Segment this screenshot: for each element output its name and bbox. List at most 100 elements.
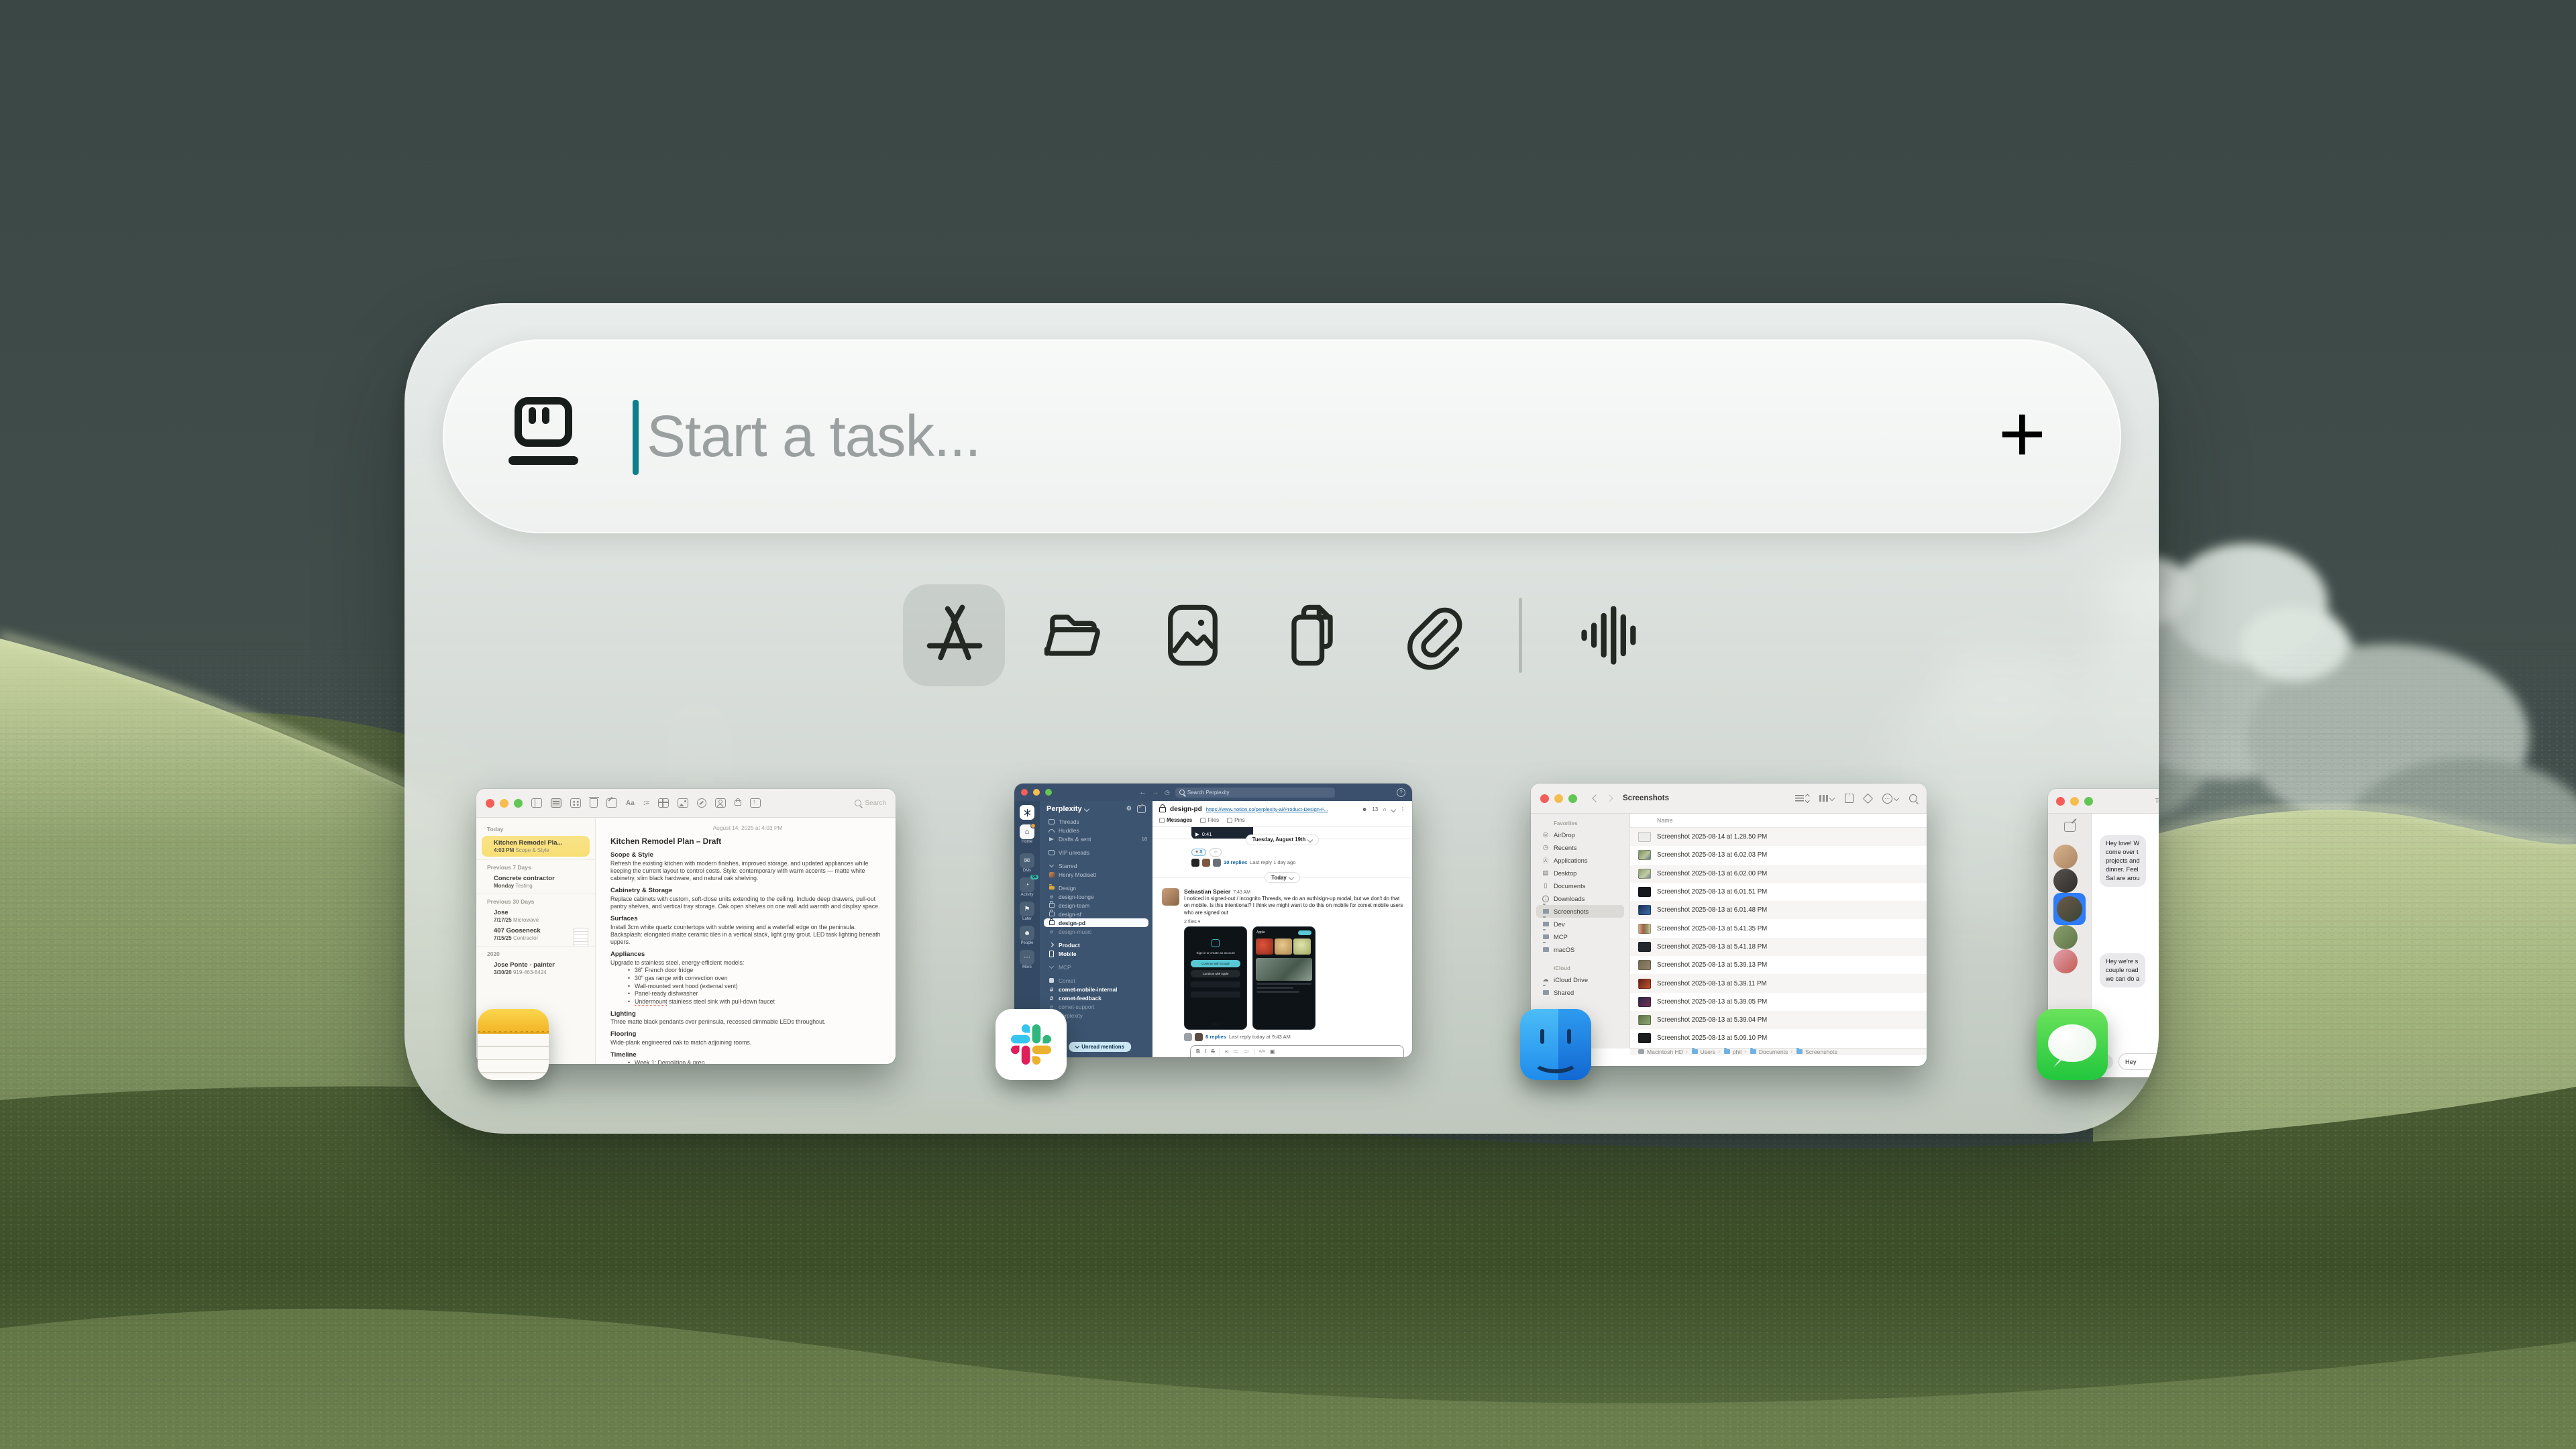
icon-divider <box>1519 598 1522 673</box>
slack-channel-item: design-team <box>1040 901 1152 910</box>
slack-channel-item: Starred <box>1040 861 1152 870</box>
task-input[interactable]: Start a task... + <box>443 339 2121 533</box>
checklist-icon: := <box>643 799 649 807</box>
note-title: Kitchen Remodel Plan – Draft <box>610 837 722 846</box>
folder-icon[interactable] <box>1038 600 1108 670</box>
file-row: Screenshot 2025-08-13 at 6.02.03 PM <box>1630 846 1927 864</box>
copy-documents-icon[interactable] <box>1277 600 1347 670</box>
reactions-row: ♥ 3 ☺ <box>1191 847 1412 857</box>
finder-sidebar-item: Documents <box>1531 879 1629 892</box>
finder-sidebar-item: MCP <box>1531 930 1629 943</box>
file-row: Screenshot 2025-08-13 at 5.41.18 PM <box>1630 937 1927 957</box>
note-content: August 14, 2025 at 4:03 PM Kitchen Remod… <box>596 818 896 1064</box>
slack-channel-item: comet-feedback <box>1040 994 1152 1002</box>
compose-icon <box>2063 822 2076 832</box>
slack-channel-item: VIP unreads <box>1040 848 1152 857</box>
compose-icon <box>606 798 617 808</box>
finder-app-icon[interactable] <box>1520 1009 1591 1080</box>
notes-toolbar: Aa := Search <box>476 789 896 818</box>
finder-sidebar-item: Recents <box>1531 841 1629 854</box>
image-icon[interactable] <box>1158 600 1228 670</box>
slack-channel-item <box>1040 843 1152 848</box>
file-row: Screenshot 2025-08-13 at 5.39.13 PM <box>1630 956 1927 974</box>
notes-search: Search <box>855 800 886 807</box>
note-date: August 14, 2025 at 4:03 PM <box>712 824 783 831</box>
finder-toolbar: Screenshots ⋯ <box>1531 784 1927 814</box>
slack-channel-item: Drafts & sent 18 <box>1040 835 1152 843</box>
file-row: Screenshot 2025-08-13 at 6.01.48 PM <box>1630 901 1927 920</box>
tag-icon <box>1862 793 1874 804</box>
slack-channel-item: Threads <box>1040 817 1152 826</box>
rail-item-home: ⌂ Home <box>1020 823 1036 844</box>
slack-search: Search Perplexity <box>1175 787 1335 798</box>
search-icon <box>1909 794 1917 802</box>
conversation-avatar <box>2053 845 2078 869</box>
voice-waveform-icon[interactable] <box>1574 600 1644 670</box>
list-view-icon <box>551 798 561 808</box>
group-view-icon <box>1819 795 1835 802</box>
trash-icon <box>588 796 599 808</box>
add-button[interactable]: + <box>1998 392 2046 474</box>
markup-icon <box>696 798 706 808</box>
task-input-placeholder: Start a task... <box>647 403 981 469</box>
finder-sidebar-item: Favorites <box>1554 820 1578 826</box>
app-picker-icon[interactable] <box>903 584 1005 686</box>
note-section: Scope & Style Refresh the existing kitch… <box>610 851 869 882</box>
slack-channel-item <box>1040 971 1152 976</box>
message-bubble: Hey love! Wcome over t projects and dinner… <box>2100 835 2146 888</box>
members-icon: ☻ <box>1361 806 1368 812</box>
slack-channel-item <box>1040 958 1152 963</box>
slack-channel-item: Huddles <box>1040 826 1152 835</box>
note-section: Lighting Three matte black pendants over… <box>610 1010 826 1026</box>
share-icon <box>749 798 761 808</box>
notes-app-icon[interactable] <box>478 1009 549 1080</box>
computer-face-icon <box>508 397 578 476</box>
notes-list-item: Previous 30 Days <box>476 894 595 907</box>
note-section: Timeline •Week 1: Demolition & prep•Week… <box>610 1051 885 1064</box>
note-section: Cabinetry & Storage Replace cabinets wit… <box>610 887 880 910</box>
note-bullet: • Panel-ready dishwasher <box>628 990 698 998</box>
note-section: Surfaces Install 3cm white quartz counte… <box>610 915 881 946</box>
slack-channel-item: MCP <box>1040 963 1152 971</box>
slack-window-thumbnail[interactable]: ← → ◷ Search Perplexity ? ⌂ Home ✉ DMs ◔ 96 Ac… <box>1014 784 1412 1057</box>
finder-sidebar-item: Dev <box>1531 918 1629 930</box>
date-divider-today: Today <box>1265 872 1300 883</box>
slack-titlebar: ← → ◷ Search Perplexity ? <box>1014 784 1412 801</box>
unread-mentions-pill: Unread mentions <box>1069 1042 1131 1052</box>
channel-topic-link: https://www.notion.so/perplexity-ai/Prod… <box>1205 806 1328 812</box>
channel-header: design-pd https://www.notion.so/perplexi… <box>1152 801 1412 816</box>
text-cursor <box>633 400 639 475</box>
notes-list-item: Previous 7 Days <box>476 859 595 873</box>
notes-list-item: Concrete contractor Monday Testing <box>494 875 555 889</box>
slack-channel-item: Henry Modisett <box>1040 870 1152 879</box>
finder-sidebar-item: Downloads <box>1531 892 1629 905</box>
notes-list-item: 407 Gooseneck 7/15/25 Contractor <box>476 925 595 947</box>
slack-channel-item: Product <box>1040 941 1152 949</box>
file-previews: Sign in or create an account Continue wi… <box>1184 926 1404 1030</box>
slack-channel-item: Mobile <box>1040 949 1152 958</box>
attachment-icon-row <box>405 584 2159 686</box>
format-icon: Aa <box>626 799 635 807</box>
paperclip-icon[interactable] <box>1397 600 1466 670</box>
gear-icon: ⚙ <box>1126 805 1132 812</box>
messages-app-icon[interactable] <box>2037 1009 2108 1080</box>
slack-channel-item <box>1040 936 1152 941</box>
thread-summary-2: 8 replies Last reply today at 9:43 AM <box>1184 1032 1404 1041</box>
table-icon <box>657 798 669 808</box>
workspace-logo <box>1020 805 1034 820</box>
finder-sidebar-item: Shared <box>1531 986 1629 999</box>
slack-app-icon[interactable] <box>996 1009 1067 1080</box>
channel-tab: Messages <box>1159 817 1192 823</box>
conversation-avatar <box>2053 949 2078 973</box>
note-section: Appliances Upgrade to stainless steel, e… <box>610 951 885 1006</box>
note-bullet: • 30" gas range with convection oven <box>628 974 728 981</box>
message-input: Hey <box>2118 1053 2159 1070</box>
note-bullet: • Wall-mounted vent hood (external vent) <box>628 982 738 989</box>
file-row: Screenshot 2025-08-13 at 5.39.04 PM <box>1630 1010 1927 1030</box>
conversation-avatar <box>2053 869 2078 893</box>
column-header: Name <box>1630 814 1927 828</box>
finder-sidebar-item: iCloud Drive <box>1531 973 1629 986</box>
traffic-lights <box>486 798 523 808</box>
path-bar: Macintosh HD › Users › phil › Documents › Screen… <box>1630 1047 1927 1055</box>
back-forward <box>1592 794 1613 802</box>
